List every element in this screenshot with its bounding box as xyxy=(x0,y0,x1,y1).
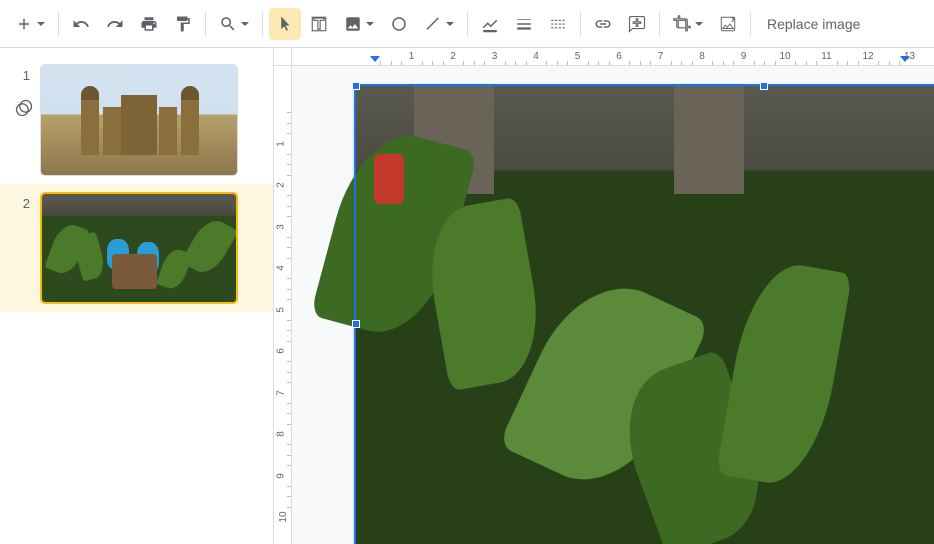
add-comment-button[interactable] xyxy=(621,8,653,40)
redo-button[interactable] xyxy=(99,8,131,40)
slide-canvas[interactable] xyxy=(354,84,934,544)
resize-handle-nw[interactable] xyxy=(352,82,360,90)
ruler-tick: 1 xyxy=(275,141,286,147)
ruler-tick: 10 xyxy=(779,51,790,62)
border-weight-button[interactable] xyxy=(508,8,540,40)
print-button[interactable] xyxy=(133,8,165,40)
undo-button[interactable] xyxy=(65,8,97,40)
separator xyxy=(58,12,59,36)
line-button[interactable] xyxy=(417,8,461,40)
resize-handle-n[interactable] xyxy=(760,82,768,90)
slide-thumbnail-1[interactable]: 1 xyxy=(0,56,273,184)
separator xyxy=(262,12,263,36)
insert-link-button[interactable] xyxy=(587,8,619,40)
vertical-ruler[interactable]: 1 2 3 4 5 6 7 8 9 10 xyxy=(274,66,292,544)
border-color-button[interactable] xyxy=(474,8,506,40)
ruler-tick: 7 xyxy=(658,51,664,62)
ruler-tick: 9 xyxy=(741,51,747,62)
separator xyxy=(467,12,468,36)
reset-image-button[interactable] xyxy=(712,8,744,40)
ruler-tick: 9 xyxy=(275,473,286,479)
select-tool-button[interactable] xyxy=(269,8,301,40)
slide-panel[interactable]: 1 2 xyxy=(0,48,274,544)
ruler-tick: 5 xyxy=(275,307,286,313)
ruler-tick: 10 xyxy=(278,511,289,522)
ruler-tick: 8 xyxy=(275,431,286,437)
horizontal-ruler[interactable]: 12345678910111213 xyxy=(292,48,934,66)
resize-handle-w[interactable] xyxy=(352,320,360,328)
ruler-tick: 2 xyxy=(275,182,286,188)
canvas-area: 12345678910111213 12345678910 xyxy=(274,48,934,544)
ruler-tick: 2 xyxy=(450,51,456,62)
animation-icon xyxy=(14,98,34,118)
paint-format-button[interactable] xyxy=(167,8,199,40)
ruler-indicator-left[interactable] xyxy=(370,56,380,62)
main-area: 1 2 xyxy=(0,48,934,544)
ruler-tick: 1 xyxy=(409,51,415,62)
shape-button[interactable] xyxy=(383,8,415,40)
slide-preview xyxy=(40,64,238,176)
caret-down-icon xyxy=(366,22,374,26)
ruler-tick: 3 xyxy=(275,224,286,230)
separator xyxy=(205,12,206,36)
ruler-tick: 4 xyxy=(533,51,539,62)
caret-down-icon xyxy=(446,22,454,26)
caret-down-icon xyxy=(37,22,45,26)
replace-image-button[interactable]: Replace image xyxy=(757,8,870,40)
ruler-corner xyxy=(274,48,292,66)
new-slide-button[interactable] xyxy=(8,8,52,40)
ruler-tick: 6 xyxy=(275,348,286,354)
slide-preview xyxy=(40,192,238,304)
ruler-tick: 7 xyxy=(275,390,286,396)
ruler-tick: 4 xyxy=(275,265,286,271)
ruler-tick: 13 xyxy=(904,51,915,62)
textbox-button[interactable] xyxy=(303,8,335,40)
image-selection[interactable] xyxy=(354,84,934,544)
border-dash-button[interactable] xyxy=(542,8,574,40)
caret-down-icon xyxy=(695,22,703,26)
ruler-tick: 11 xyxy=(821,51,831,62)
slide-thumbnail-2[interactable]: 2 xyxy=(0,184,273,312)
ruler-tick: 8 xyxy=(699,51,705,62)
crop-button[interactable] xyxy=(666,8,710,40)
zoom-button[interactable] xyxy=(212,8,256,40)
separator xyxy=(580,12,581,36)
ruler-tick: 5 xyxy=(575,51,581,62)
toolbar: Replace image xyxy=(0,0,934,48)
separator xyxy=(659,12,660,36)
ruler-tick: 3 xyxy=(492,51,498,62)
separator xyxy=(750,12,751,36)
ruler-tick: 12 xyxy=(862,51,873,62)
slide-number: 2 xyxy=(4,192,40,304)
slide-number: 1 xyxy=(4,64,40,176)
caret-down-icon xyxy=(241,22,249,26)
insert-image-button[interactable] xyxy=(337,8,381,40)
ruler-tick: 6 xyxy=(616,51,622,62)
